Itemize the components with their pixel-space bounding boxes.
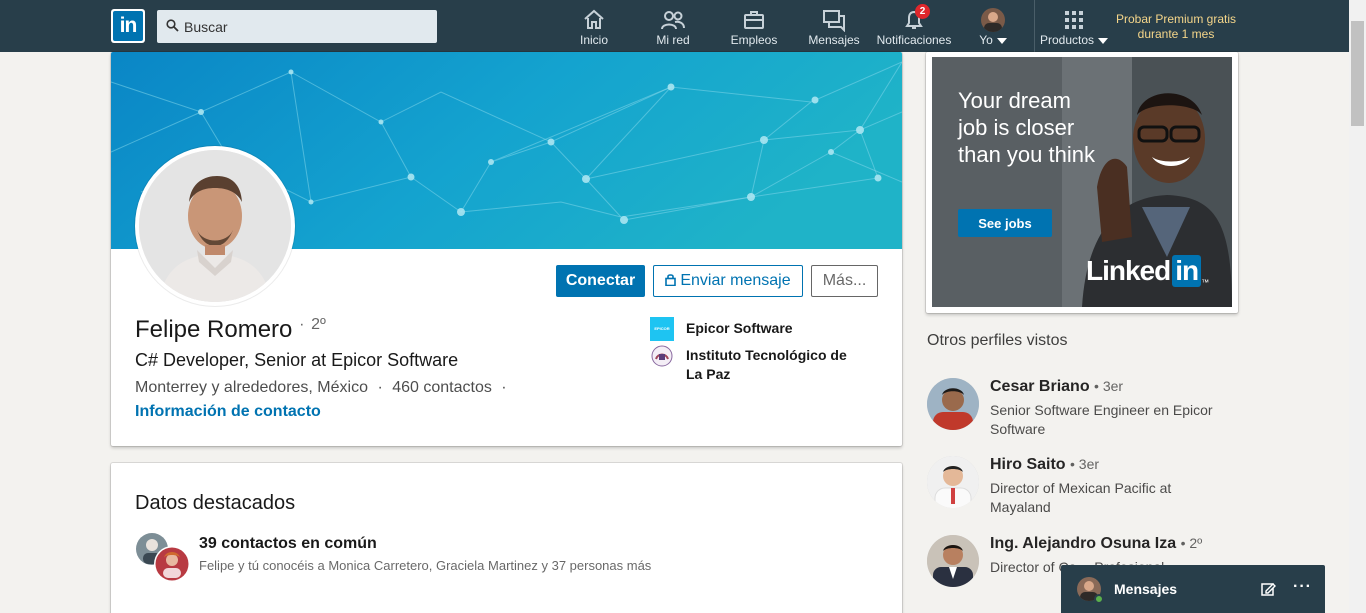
chevron-down-icon: [996, 37, 1007, 44]
profile-name: Felipe Romero: [135, 316, 293, 343]
scrollbar-thumb[interactable]: [1351, 21, 1364, 126]
nav-notifications[interactable]: 2 Notificaciones: [874, 4, 954, 50]
nav-messages-label: Mensajes: [808, 33, 860, 47]
nav-jobs-label: Empleos: [730, 33, 778, 47]
send-message-button[interactable]: Enviar mensaje: [653, 265, 803, 297]
messaging-label: Mensajes: [1114, 581, 1178, 597]
connections-count[interactable]: 460 contactos: [392, 379, 492, 396]
highlights-card: Datos destacados 39 contactos en común F…: [111, 463, 902, 613]
home-icon: [584, 9, 604, 29]
other-profiles-title: Otros perfiles vistos: [927, 332, 1068, 349]
page-scrollbar[interactable]: [1349, 0, 1366, 613]
connection-degree: 2º: [311, 316, 326, 333]
send-message-label: Enviar mensaje: [680, 272, 791, 289]
nav-me-label: Yo: [979, 33, 993, 47]
grid-icon: [1065, 11, 1083, 29]
linkedin-wordmark: Linked in ™: [1086, 255, 1209, 287]
school-logo: [651, 345, 673, 367]
nav-products-label: Productos: [1039, 33, 1095, 47]
mutual-connections-description: Felipe y tú conocéis a Monica Carretero,…: [199, 558, 652, 573]
nav-divider: [1034, 0, 1035, 52]
network-icon: [661, 11, 685, 30]
see-jobs-button[interactable]: See jobs: [958, 209, 1052, 237]
contact-info-link[interactable]: Información de contacto: [135, 403, 321, 421]
avatar: [927, 378, 979, 430]
ad-banner[interactable]: Your dream job is closer than you think …: [932, 57, 1232, 307]
briefcase-icon: [744, 11, 764, 29]
nav-home-label: Inicio: [579, 33, 608, 47]
avatar: [927, 456, 979, 508]
profile-photo[interactable]: [135, 146, 295, 306]
nav-home[interactable]: Inicio: [571, 6, 617, 50]
profile-location: Monterrey y alrededores, México: [135, 379, 368, 396]
other-profile-title: Director of Mexican Pacific at Mayaland: [990, 480, 1172, 515]
ad-headline: Your dream job is closer than you think: [958, 88, 1095, 167]
location-separator: ·: [377, 379, 383, 396]
messages-icon: [823, 10, 845, 32]
nav-notifications-label: Notificaciones: [876, 33, 952, 47]
other-profile-item[interactable]: Cesar Briano • 3er Senior Software Engin…: [927, 378, 1232, 438]
premium-line-2: durante 1 mes: [1137, 27, 1215, 41]
other-profile-degree: • 2º: [1180, 535, 1203, 551]
notification-badge: 2: [915, 4, 930, 19]
other-profile-name: Cesar Briano: [990, 378, 1090, 395]
org-school-name: Instituto Tecnológico de La Paz: [686, 347, 847, 382]
nav-network-label: Mi red: [656, 33, 690, 47]
search-box[interactable]: [157, 10, 437, 43]
ad-card: Your dream job is closer than you think …: [926, 52, 1238, 313]
org-epicor-name: Epicor Software: [686, 320, 793, 336]
nav-products[interactable]: Productos: [1036, 6, 1112, 50]
other-profile-degree: • 3er: [1094, 378, 1124, 394]
nav-network[interactable]: Mi red: [648, 6, 698, 50]
epicor-logo: EPICOR: [650, 317, 674, 341]
nav-messages[interactable]: Mensajes: [806, 6, 862, 50]
degree-separator: ·: [299, 316, 305, 333]
profile-photo-image: [139, 150, 291, 302]
online-status-indicator: [1094, 594, 1104, 604]
messaging-bar[interactable]: Mensajes ···: [1061, 565, 1325, 613]
linkedin-logo[interactable]: in: [111, 9, 145, 43]
other-profile-title: Senior Software Engineer en Epicor Softw…: [990, 402, 1213, 437]
top-navigation: in Inicio Mi red Empleos: [0, 0, 1366, 52]
avatar: [927, 535, 979, 587]
more-options-icon[interactable]: ···: [1293, 578, 1312, 596]
highlights-title: Datos destacados: [135, 492, 296, 514]
mutual-connections-avatars[interactable]: [135, 532, 193, 584]
connections-separator: ·: [501, 379, 507, 396]
compose-icon[interactable]: [1260, 581, 1276, 597]
other-profile-name: Ing. Alejandro Osuna Iza: [990, 535, 1177, 552]
other-profile-degree: • 3er: [1070, 456, 1100, 472]
premium-trial-link[interactable]: Probar Premium gratis durante 1 mes: [1106, 12, 1246, 42]
avatar: [981, 8, 1005, 32]
mutual-connections-count[interactable]: 39 contactos en común: [199, 535, 377, 553]
search-input[interactable]: [184, 10, 429, 43]
nav-me[interactable]: Yo: [972, 6, 1014, 50]
profile-card: Conectar Enviar mensaje Más... Felipe Ro…: [111, 52, 902, 446]
avatar: [136, 533, 190, 582]
connect-button[interactable]: Conectar: [556, 265, 645, 297]
more-button[interactable]: Más...: [811, 265, 878, 297]
nav-jobs[interactable]: Empleos: [727, 6, 781, 50]
profile-headline: C# Developer, Senior at Epicor Software: [135, 350, 459, 370]
other-profile-name: Hiro Saito: [990, 456, 1066, 473]
lock-icon: [665, 274, 677, 287]
search-icon: [166, 19, 179, 32]
other-profile-item[interactable]: Hiro Saito • 3er Director of Mexican Pac…: [927, 456, 1232, 515]
premium-line-1: Probar Premium gratis: [1115, 12, 1237, 26]
